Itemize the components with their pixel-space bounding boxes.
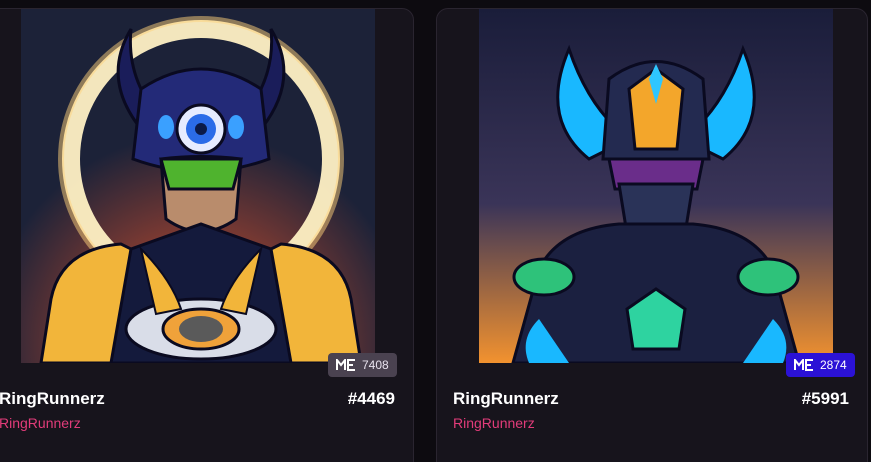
nft-image[interactable] <box>479 9 833 363</box>
nft-token-id: #4469 <box>347 389 395 408</box>
nft-name[interactable]: RingRunnerz <box>453 389 559 409</box>
nft-image[interactable] <box>21 9 375 363</box>
nft-token-id: #5991 <box>801 389 849 408</box>
collection-link[interactable]: RingRunnerz <box>453 415 535 431</box>
nft-card[interactable]: 2874 RingRunnerz #5991 RingRunnerz <box>436 8 868 462</box>
magic-eden-logo-icon <box>794 359 813 371</box>
nft-name[interactable]: RingRunnerz <box>0 389 105 409</box>
price-badge: 7408 <box>328 353 397 377</box>
badge-value: 7408 <box>362 358 389 372</box>
collection-link[interactable]: RingRunnerz <box>0 415 81 431</box>
magic-eden-logo-icon <box>336 359 355 371</box>
nft-grid: 7408 RingRunnerz #4469 RingRunnerz 2874 … <box>0 0 871 462</box>
badge-value: 2874 <box>820 358 847 372</box>
price-badge: 2874 <box>786 353 855 377</box>
nft-card[interactable]: 7408 RingRunnerz #4469 RingRunnerz <box>0 8 414 462</box>
